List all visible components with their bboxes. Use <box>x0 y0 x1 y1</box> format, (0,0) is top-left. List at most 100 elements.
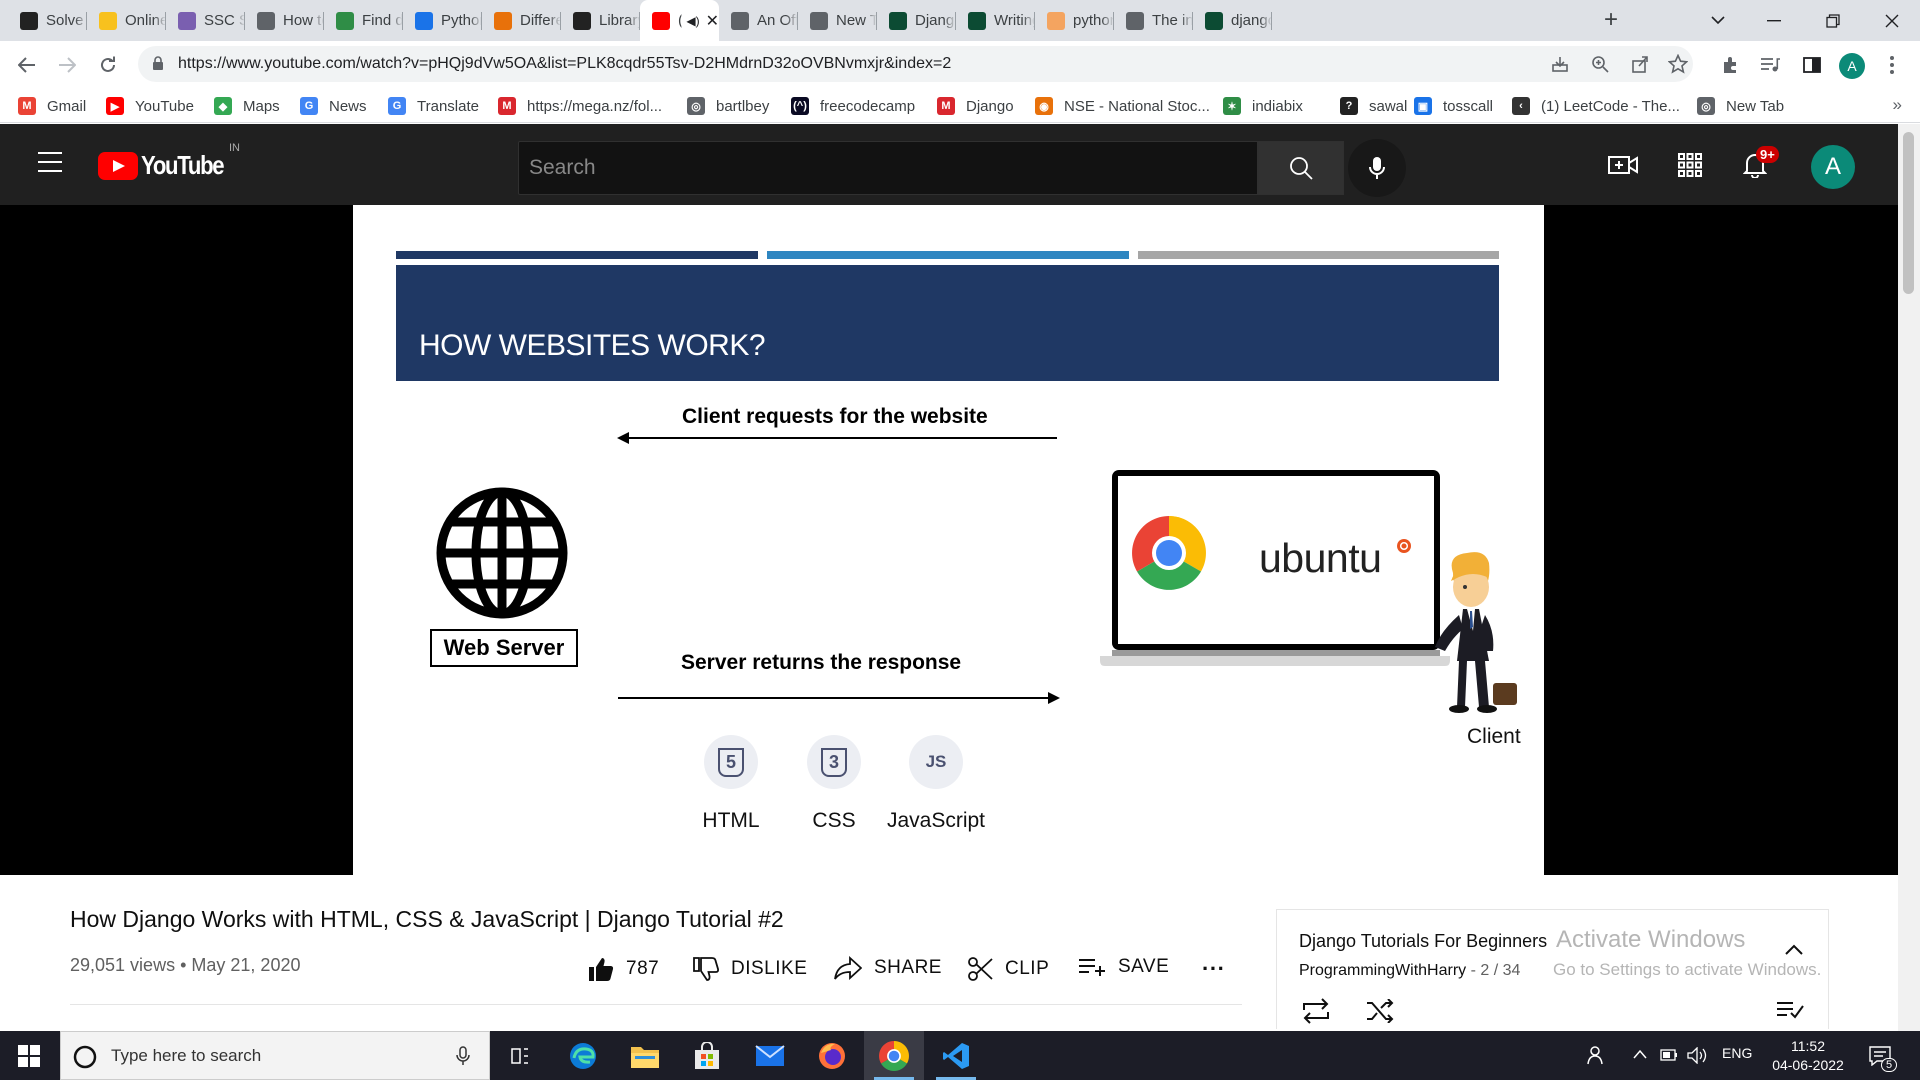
clip-button[interactable]: CLIP <box>967 956 1049 982</box>
bookmarks-overflow-button[interactable]: » <box>1893 95 1902 115</box>
windows-start-icon[interactable] <box>18 1045 40 1067</box>
like-button[interactable]: 787 <box>588 956 659 982</box>
browser-tab[interactable]: Differen <box>482 0 561 41</box>
scrollbar-thumb[interactable] <box>1903 132 1914 294</box>
bookmark-item[interactable]: (^) freecodecamp <box>791 97 915 115</box>
bookmark-item[interactable]: ◎ New Tab <box>1697 97 1784 115</box>
bookmark-item[interactable]: G Translate <box>388 97 479 115</box>
share-button[interactable]: SHARE <box>834 956 942 980</box>
bookmark-item[interactable]: ▶ YouTube <box>106 97 194 115</box>
media-control-icon[interactable] <box>1758 53 1782 77</box>
close-window-button[interactable] <box>1864 0 1920 41</box>
taskbar-search-input[interactable]: Type here to search <box>60 1031 490 1080</box>
shuffle-icon[interactable] <box>1366 999 1394 1023</box>
playlist-menu-icon[interactable] <box>1776 1001 1804 1019</box>
reload-button[interactable] <box>94 51 122 79</box>
bookmark-item[interactable]: ◎ bartlbey <box>687 97 769 115</box>
extensions-icon[interactable] <box>1719 53 1743 77</box>
browser-tab[interactable]: Writing <box>956 0 1035 41</box>
save-button[interactable]: SAVE <box>1078 956 1169 978</box>
menu-icon[interactable] <box>38 152 62 172</box>
loop-icon[interactable] <box>1301 998 1331 1024</box>
page-scrollbar[interactable] <box>1898 124 1920 1031</box>
like-count: 787 <box>626 958 660 979</box>
volume-icon[interactable] <box>1687 1047 1709 1064</box>
bookmark-item[interactable]: ◉ NSE - National Stoc... <box>1035 97 1210 115</box>
dislike-button[interactable]: DISLIKE <box>693 956 807 982</box>
forward-button[interactable] <box>53 51 81 79</box>
browser-tab[interactable]: An Offi <box>719 0 798 41</box>
input-language[interactable]: ENG <box>1722 1045 1752 1061</box>
collapse-chevron-icon[interactable] <box>1785 944 1803 955</box>
tab-close-icon[interactable]: ✕ <box>706 11 719 31</box>
taskbar-firefox[interactable] <box>802 1031 862 1080</box>
browser-tab[interactable]: SSC Sel <box>166 0 245 41</box>
bookmark-item[interactable]: G News <box>300 97 367 115</box>
back-button[interactable] <box>13 51 41 79</box>
minimize-button[interactable] <box>1746 0 1802 41</box>
browser-tab[interactable]: Find dif <box>324 0 403 41</box>
browser-profile-avatar[interactable]: A <box>1839 53 1865 79</box>
install-app-icon[interactable] <box>1549 53 1571 75</box>
more-actions-button[interactable]: ··· <box>1202 956 1225 982</box>
create-video-button[interactable] <box>1608 150 1638 180</box>
browser-tab[interactable]: New Ta <box>798 0 877 41</box>
browser-tab[interactable]: The ins <box>1114 0 1193 41</box>
bookmark-item[interactable]: M Gmail <box>18 97 86 115</box>
playlist-channel[interactable]: ProgrammingWithHarry <box>1299 962 1466 979</box>
chrome-icon <box>879 1040 909 1071</box>
bookmark-favicon-icon: ‹ <box>1512 97 1530 115</box>
taskbar-chrome[interactable] <box>864 1031 924 1080</box>
search-input[interactable]: Search <box>518 141 1258 195</box>
playlist-title[interactable]: Django Tutorials For Beginners <box>1299 931 1547 952</box>
taskbar-store[interactable] <box>677 1031 737 1080</box>
browser-tab[interactable]: How to <box>245 0 324 41</box>
taskbar-edge[interactable] <box>553 1031 613 1080</box>
tab-search-button[interactable] <box>1690 0 1746 41</box>
new-tab-button[interactable]: + <box>1596 6 1626 36</box>
bookmark-item[interactable]: ✶ indiabix <box>1223 97 1303 115</box>
share-page-icon[interactable] <box>1629 53 1651 75</box>
bookmark-item[interactable]: ◆ Maps <box>214 97 280 115</box>
browser-tab[interactable]: Python <box>403 0 482 41</box>
tray-chevron-up-icon[interactable] <box>1633 1049 1647 1059</box>
side-panel-icon[interactable] <box>1800 53 1824 77</box>
bookmark-favicon-icon: G <box>388 97 406 115</box>
bookmark-item[interactable]: Mhttps://mega.nz/fol... <box>498 97 662 115</box>
search-placeholder: Search <box>529 156 596 179</box>
browser-tab[interactable]: Library <box>561 0 640 41</box>
voice-search-button[interactable] <box>1348 139 1406 197</box>
bookmark-favicon-icon: M <box>498 97 516 115</box>
browser-tab[interactable]: Online <box>87 0 166 41</box>
address-bar[interactable]: https://www.youtube.com/watch?v=pHQj9dVw… <box>138 46 1693 82</box>
tab-title: python <box>1073 12 1114 29</box>
bookmark-star-icon[interactable] <box>1667 53 1689 75</box>
apps-button[interactable] <box>1675 150 1705 180</box>
zoom-icon[interactable] <box>1589 53 1611 75</box>
bookmark-item[interactable]: M Django <box>937 97 1014 115</box>
browser-tab[interactable]: django <box>1193 0 1272 41</box>
microphone-icon[interactable] <box>456 1046 470 1066</box>
reload-icon <box>101 56 115 72</box>
people-icon[interactable] <box>1587 1045 1607 1065</box>
video-player[interactable]: HOW WEBSITES WORK? Client requests for t… <box>0 205 1898 875</box>
bookmark-item[interactable]: ‹ (1) LeetCode - The... <box>1512 97 1680 115</box>
browser-tab[interactable]: python <box>1035 0 1114 41</box>
youtube-account-avatar[interactable]: A <box>1811 145 1855 189</box>
taskbar-vscode[interactable] <box>926 1031 986 1080</box>
taskbar-file-explorer[interactable] <box>615 1031 675 1080</box>
restore-button[interactable] <box>1805 0 1861 41</box>
browser-tab[interactable]: Solve M <box>8 0 87 41</box>
search-button[interactable] <box>1258 141 1344 195</box>
task-view-button[interactable] <box>490 1031 550 1080</box>
taskbar-clock[interactable]: 11:52 04-06-2022 <box>1762 1037 1854 1075</box>
bookmark-item[interactable]: ? sawal <box>1340 97 1407 115</box>
browser-menu-icon[interactable] <box>1880 53 1904 77</box>
browser-tab[interactable]: Django <box>877 0 956 41</box>
youtube-logo[interactable]: YouTube IN <box>98 142 240 181</box>
bookmark-item[interactable]: ▣ tosscall <box>1414 97 1493 115</box>
browser-tab[interactable]: (◀) ✕ <box>640 0 719 41</box>
battery-icon[interactable] <box>1660 1048 1678 1062</box>
tab-audio-icon[interactable]: ◀) <box>686 14 699 28</box>
taskbar-mail[interactable] <box>740 1031 800 1080</box>
